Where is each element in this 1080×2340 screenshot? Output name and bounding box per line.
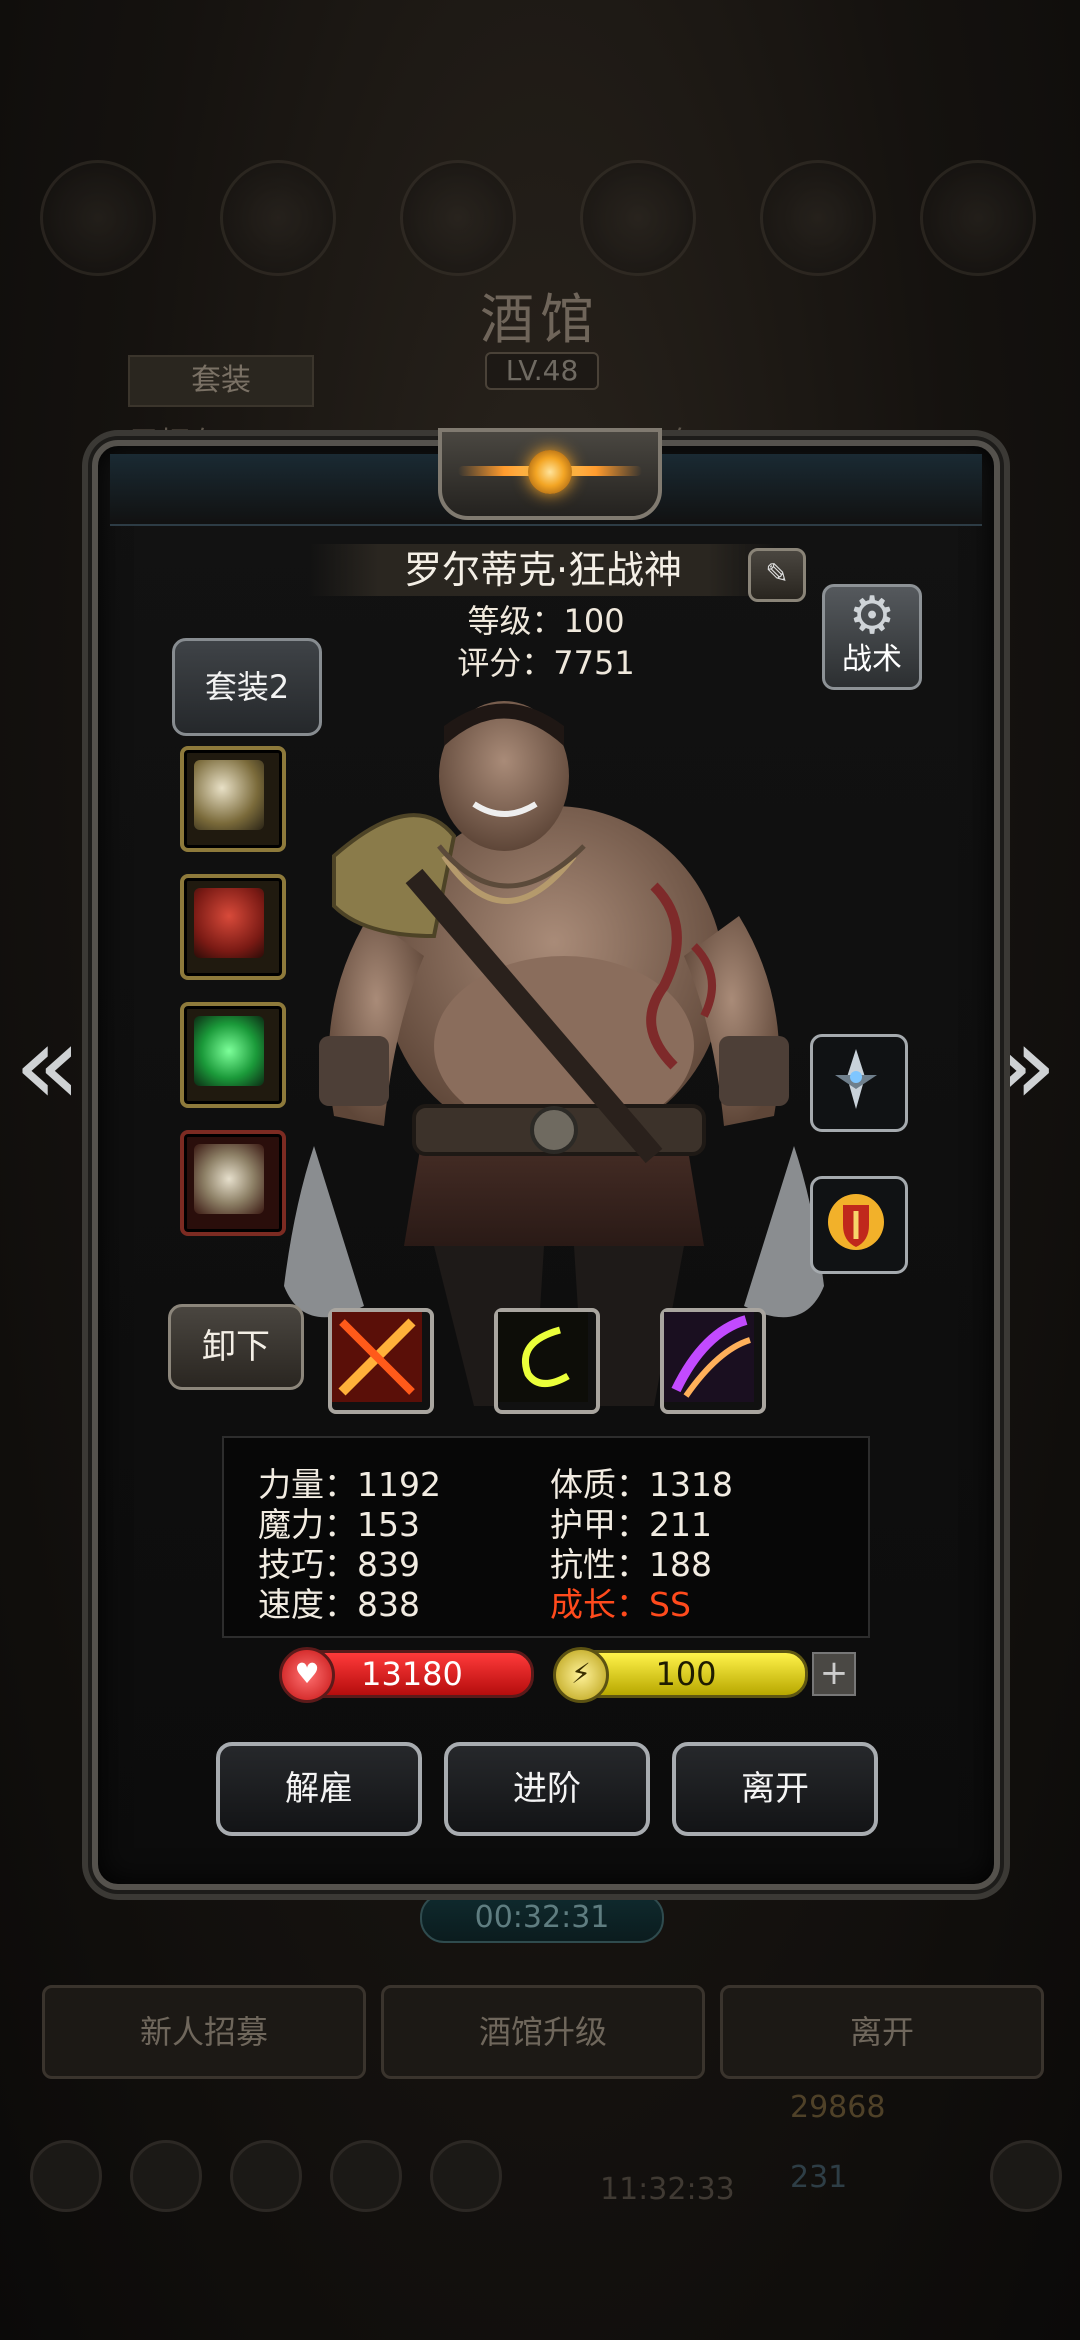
stat-speed: 速度：838 xyxy=(258,1585,420,1624)
tab-set: 套装 xyxy=(128,355,314,407)
hp-value: 13180 xyxy=(361,1655,463,1693)
add-energy-button[interactable]: + xyxy=(812,1652,856,1696)
stat-growth: 成长：SS xyxy=(550,1585,691,1624)
slot-icon xyxy=(400,160,516,276)
nav-icon xyxy=(230,2140,302,2212)
hero-name: 罗尔蒂克·狂战神 xyxy=(403,548,683,592)
slot-icon xyxy=(920,160,1036,276)
tavern-level: LV.48 xyxy=(485,352,599,390)
nav-icon xyxy=(990,2140,1062,2212)
score-label: 评分： xyxy=(457,644,554,682)
advance-button[interactable]: 进阶 xyxy=(444,1742,650,1836)
equip-slot-weapon[interactable] xyxy=(180,746,286,852)
slot-icon xyxy=(40,160,156,276)
energy-value: 100 xyxy=(655,1655,717,1693)
red-helmet-icon xyxy=(194,888,264,958)
slot-icon xyxy=(760,160,876,276)
tactics-label: 战术 xyxy=(842,642,902,677)
skill-slot-2[interactable] xyxy=(494,1308,600,1414)
gem-amount: 231 xyxy=(790,2160,848,2195)
rename-button[interactable]: ✎ xyxy=(748,548,806,602)
skill-slot-1[interactable] xyxy=(328,1308,434,1414)
nav-icon xyxy=(430,2140,502,2212)
edit-icon: ✎ xyxy=(765,557,789,590)
hp-bar: ♥ 13180 xyxy=(279,1647,534,1703)
gift-timer: 11:32:33 xyxy=(600,2172,735,2207)
next-hero-arrow-icon[interactable]: » xyxy=(990,1010,1057,1120)
dialog-crest xyxy=(438,428,662,520)
leave-tavern-button: 离开 xyxy=(720,1985,1044,2079)
energy-bar: ⚡ 100 xyxy=(553,1647,808,1703)
tactics-button[interactable]: ⚙ 战术 xyxy=(822,584,922,690)
level-label: 等级： xyxy=(467,602,564,640)
prev-hero-arrow-icon[interactable]: « xyxy=(14,1010,81,1120)
gold-amount: 29868 xyxy=(790,2090,886,2125)
hero-detail-dialog: 罗尔蒂克·狂战神 ✎ 等级：100 评分：7751 ⚙ 战术 套装2 卸下 力量… xyxy=(92,428,1000,1890)
crossed-blades-skill-icon xyxy=(332,1312,422,1402)
gear-icon: ⚙ xyxy=(848,586,896,646)
heart-icon: ♥ xyxy=(279,1647,335,1703)
tavern-title: 酒馆 xyxy=(480,288,600,351)
refresh-timer: 00:32:31 xyxy=(420,1893,664,1943)
crest-gem-icon xyxy=(528,450,572,494)
nav-icon xyxy=(130,2140,202,2212)
score-value: 7751 xyxy=(553,644,635,682)
lightning-slash-skill-icon xyxy=(498,1312,588,1402)
equip-slot-amulet[interactable] xyxy=(180,1130,286,1236)
name-plate: 罗尔蒂克·狂战神 xyxy=(308,544,778,596)
equip-slot-gem[interactable] xyxy=(180,1002,286,1108)
purple-slash-skill-icon xyxy=(664,1312,754,1402)
stats-panel: 力量：1192 魔力：153 技巧：839 速度：838 体质：1318 护甲：… xyxy=(222,1436,870,1638)
rune-slot-1[interactable] xyxy=(810,1034,908,1132)
slot-icon xyxy=(220,160,336,276)
amulet-icon xyxy=(194,1144,264,1214)
silver-sword-emblem-icon xyxy=(835,1049,877,1109)
leave-button[interactable]: 离开 xyxy=(672,1742,878,1836)
top-icon-row xyxy=(40,160,1040,280)
upgrade-tavern-button: 酒馆升级 xyxy=(381,1985,705,2079)
rune-slot-2[interactable] xyxy=(810,1176,908,1274)
unequip-button[interactable]: 卸下 xyxy=(168,1304,304,1390)
green-gem-icon xyxy=(194,1016,264,1086)
slot-icon xyxy=(580,160,696,276)
level-value: 100 xyxy=(563,602,625,640)
bottom-nav xyxy=(30,2120,1062,2230)
nav-icon xyxy=(330,2140,402,2212)
red-shield-emblem-icon xyxy=(828,1194,884,1250)
hero-portrait xyxy=(284,701,824,1406)
lightning-icon: ⚡ xyxy=(553,1647,609,1703)
nav-icon xyxy=(30,2140,102,2212)
recruit-button: 新人招募 xyxy=(42,1985,366,2079)
battle-axe-icon xyxy=(194,760,264,830)
dismiss-button[interactable]: 解雇 xyxy=(216,1742,422,1836)
skill-slot-3[interactable] xyxy=(660,1308,766,1414)
equip-slot-helmet[interactable] xyxy=(180,874,286,980)
